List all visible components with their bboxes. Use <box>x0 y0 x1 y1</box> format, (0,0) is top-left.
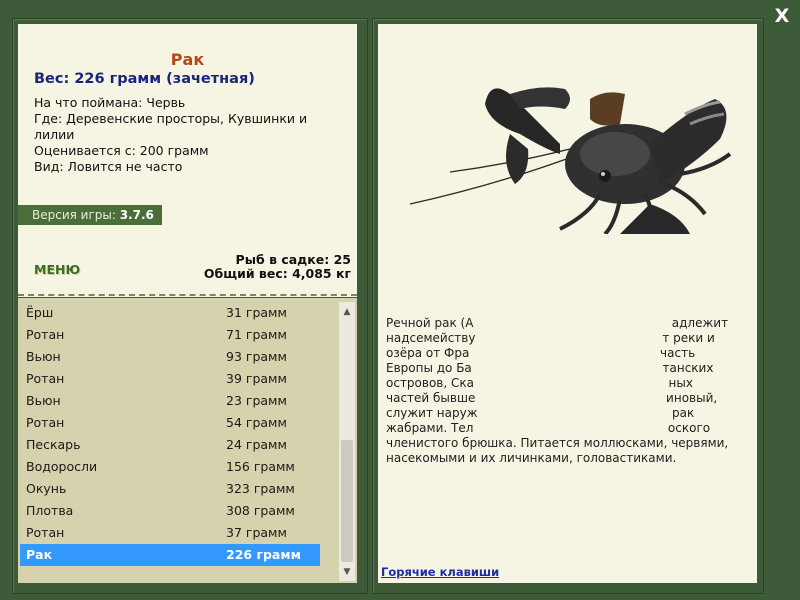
item-weight: 24 грамм <box>226 437 287 452</box>
item-weight: 323 грамм <box>226 481 295 496</box>
item-weight: 39 грамм <box>226 371 287 386</box>
item-name: Плотва <box>26 503 74 518</box>
desc-line: Речной рак (А адлежит <box>386 316 729 330</box>
item-weight: 156 грамм <box>226 459 295 474</box>
catch-list[interactable]: Ёрш 31 грамм Ротан 71 грамм Вьюн 93 грамм Р… <box>18 298 357 583</box>
item-weight: 23 грамм <box>226 393 287 408</box>
desc-line: членистого брюшка. Питается моллюсками, … <box>386 436 729 450</box>
list-item[interactable]: Ротан 71 грамм <box>20 324 320 346</box>
item-name: Ёрш <box>26 305 54 320</box>
desc-line: надсемейству т реки и <box>386 331 715 345</box>
item-name: Ротан <box>26 415 65 430</box>
version-badge: Версия игры: 3.7.6 <box>18 205 162 225</box>
scroll-thumb[interactable] <box>341 440 353 562</box>
location-line-2: лилии <box>34 127 75 142</box>
item-weight: 226 грамм <box>226 547 301 562</box>
item-weight: 31 грамм <box>226 305 287 320</box>
item-name: Вьюн <box>26 349 61 364</box>
list-item[interactable]: Вьюн 93 грамм <box>20 346 320 368</box>
list-item[interactable]: Ротан 54 грамм <box>20 412 320 434</box>
item-weight: 37 грамм <box>226 525 287 540</box>
location-line-1: Где: Деревенские просторы, Кувшинки и <box>34 111 308 126</box>
item-name: Пескарь <box>26 437 81 452</box>
version-label: Версия игры: <box>32 208 116 222</box>
list-item[interactable]: Окунь 323 грамм <box>20 478 320 500</box>
list-item[interactable]: Плотва 308 грамм <box>20 500 320 522</box>
desc-line: островов, Ска ных <box>386 376 693 390</box>
hotkeys-link[interactable]: Горячие клавиши <box>381 565 499 579</box>
list-item[interactable]: Вьюн 23 грамм <box>20 390 320 412</box>
item-name: Ротан <box>26 327 65 342</box>
desc-line: Европы до Ба танских <box>386 361 714 375</box>
menu-stats-panel: МЕНЮ Рыб в садке: 25 Общий вес: 4,085 кг <box>18 225 357 297</box>
desc-line: служит наруж рак <box>386 406 695 420</box>
divider <box>18 294 357 296</box>
desc-line: насекомыми и их личинками, головастиками… <box>386 451 677 465</box>
fish-title: Рак <box>170 50 205 69</box>
crayfish-image <box>390 54 735 236</box>
desc-line: жабрами. Тел оского <box>386 421 711 435</box>
item-weight: 308 грамм <box>226 503 295 518</box>
fish-kind: Вид: Ловится не часто <box>34 159 183 174</box>
version-value: 3.7.6 <box>119 208 154 222</box>
fish-info-panel: Рак Вес: 226 грамм (зачетная) На что пой… <box>18 24 357 225</box>
fish-description: Речной рак (А адлежит надсемейству т рек… <box>386 316 742 466</box>
list-item[interactable]: Пескарь 24 грамм <box>20 434 320 456</box>
total-weight: Общий вес: 4,085 кг <box>203 266 351 281</box>
item-name: Вьюн <box>26 393 61 408</box>
item-name: Ротан <box>26 525 65 540</box>
rated-from: Оценивается с: 200 грамм <box>34 143 209 158</box>
list-scrollbar[interactable]: ▲ ▼ <box>339 302 355 581</box>
item-weight: 71 грамм <box>226 327 287 342</box>
scroll-down-icon[interactable]: ▼ <box>339 564 355 580</box>
list-item[interactable]: Ротан 37 грамм <box>20 522 320 544</box>
fish-weight: Вес: 226 грамм (зачетная) <box>34 71 255 87</box>
desc-line: частей бывше иновый, <box>386 391 718 405</box>
item-name: Ротан <box>26 371 65 386</box>
fish-in-cage: Рыб в садке: 25 <box>235 252 351 267</box>
item-weight: 93 грамм <box>226 349 287 364</box>
caught-with: На что поймана: Червь <box>34 95 186 110</box>
item-name: Водоросли <box>26 459 98 474</box>
close-icon[interactable]: X <box>772 5 792 27</box>
description-panel: Речной рак (А адлежит надсемейству т рек… <box>378 24 757 583</box>
list-item[interactable]: Ротан 39 грамм <box>20 368 320 390</box>
desc-line: озёра от Фра часть <box>386 346 696 360</box>
list-item[interactable]: Водоросли 156 грамм <box>20 456 320 478</box>
item-weight: 54 грамм <box>226 415 287 430</box>
item-name: Окунь <box>26 481 67 496</box>
item-name: Рак <box>26 547 53 562</box>
menu-button[interactable]: МЕНЮ <box>34 262 80 277</box>
list-item[interactable]: Ёрш 31 грамм <box>20 302 320 324</box>
list-item-selected[interactable]: Рак 226 грамм <box>20 544 320 566</box>
scroll-up-icon[interactable]: ▲ <box>339 304 355 320</box>
